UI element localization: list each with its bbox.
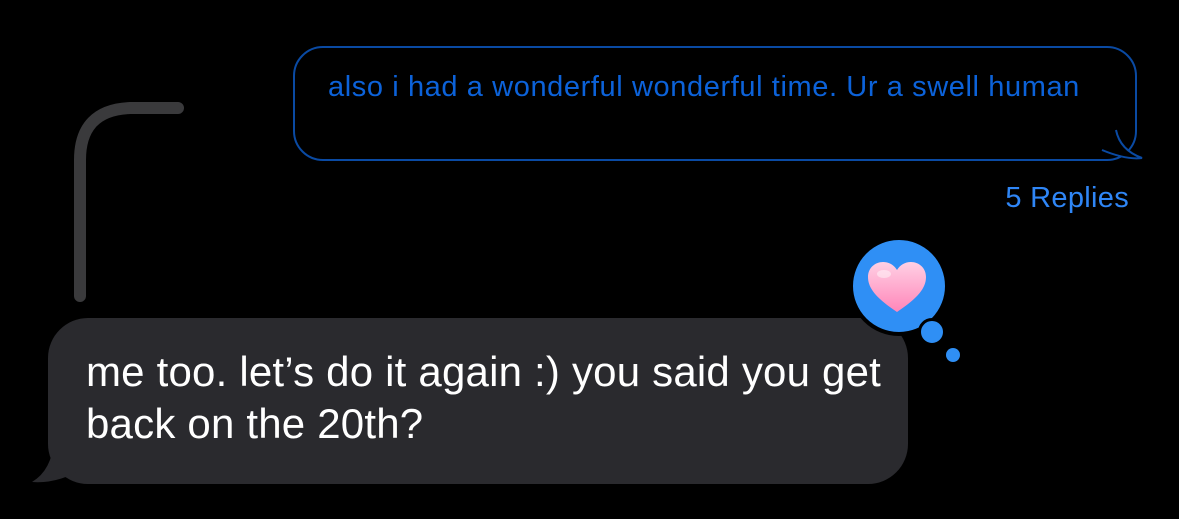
- tapback-tail-dot-large: [918, 318, 946, 346]
- outgoing-bubble-tail: [1101, 129, 1143, 160]
- tapback-reaction[interactable]: [846, 236, 966, 366]
- replies-link[interactable]: 5 Replies: [1005, 180, 1129, 216]
- heart-icon: [868, 262, 926, 312]
- incoming-bubble-tail: [32, 440, 84, 483]
- incoming-message-text: me too. let’s do it again :) you said yo…: [86, 348, 882, 447]
- incoming-message-bubble[interactable]: me too. let’s do it again :) you said yo…: [48, 318, 908, 484]
- outgoing-message-text: also i had a wonderful wonderful time. U…: [328, 71, 1080, 103]
- outgoing-message-bubble[interactable]: also i had a wonderful wonderful time. U…: [293, 46, 1137, 161]
- tapback-tail-dot-small: [946, 348, 960, 362]
